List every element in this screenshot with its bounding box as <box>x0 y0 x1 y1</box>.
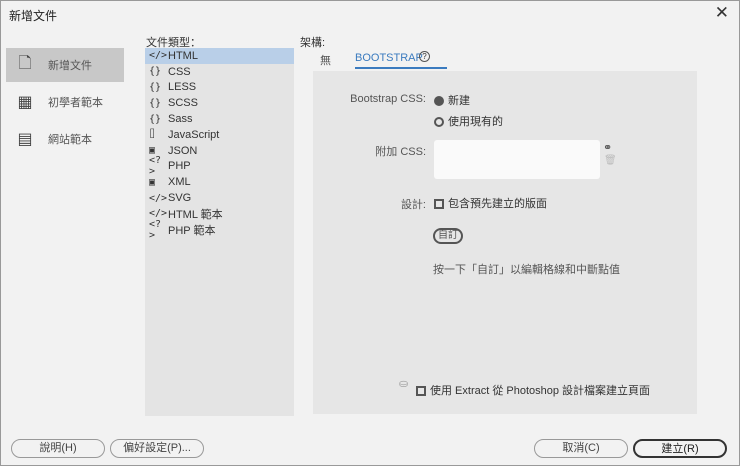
file-type-item[interactable]: <?> PHP 範本 <box>145 218 294 241</box>
file-type-icon: ⌷ <box>149 129 156 141</box>
nav-label: 初學者範本 <box>48 97 103 109</box>
checkbox-label: 使用 Extract 從 Photoshop 設計檔案建立頁面 <box>430 385 651 397</box>
file-type-icon: {} <box>149 81 162 93</box>
file-type-item[interactable]: </> HTML 範本 <box>145 206 294 222</box>
file-type-icon: <?> <box>149 155 162 178</box>
radio-unchecked-icon <box>434 117 444 128</box>
extract-checkbox[interactable]: 使用 Extract 從 Photoshop 設計檔案建立頁面 <box>416 382 650 398</box>
file-type-label: SVG <box>168 192 192 205</box>
checkbox-icon <box>434 199 444 210</box>
file-type-item[interactable]: ▣ XML <box>145 174 294 190</box>
customize-button[interactable]: 自訂 <box>433 228 463 244</box>
create-button[interactable]: 建立(R) <box>633 439 727 458</box>
help-icon[interactable]: ? <box>419 51 430 62</box>
tab-bootstrap[interactable]: BOOTSTRAP <box>355 52 447 69</box>
attach-css-label: 附加 CSS: <box>375 146 426 158</box>
checkbox-label: 包含預先建立的版面 <box>448 198 547 210</box>
file-type-label: SCSS <box>168 97 198 110</box>
radio-existing[interactable]: 使用現有的 <box>434 113 503 129</box>
file-type-label: LESS <box>168 81 197 94</box>
nav-starter-templates[interactable]: ▦ 初學者範本 <box>6 85 124 119</box>
file-type-item[interactable]: {} SCSS <box>145 95 294 111</box>
nav-label: 新增文件 <box>48 60 92 72</box>
dialog-title: 新增文件 <box>9 9 58 23</box>
file-type-icon: </> <box>149 50 168 62</box>
radio-checked-icon <box>434 96 444 107</box>
radio-label: 使用現有的 <box>448 116 503 128</box>
design-label: 設計: <box>400 199 426 211</box>
bootstrap-panel <box>313 71 697 414</box>
file-type-icon: {} <box>149 113 162 125</box>
cancel-button[interactable]: 取消(C) <box>534 439 628 458</box>
customize-hint: 按一下「自訂」以編輯格線和中斷點值 <box>433 264 620 276</box>
site-template-icon: ▤ <box>17 131 33 148</box>
trash-icon[interactable]: 🗑 <box>604 155 617 166</box>
file-type-label: HTML <box>168 49 198 62</box>
nav-new-document[interactable]: 🗋 新增文件 <box>6 48 124 82</box>
file-type-icon: <?> <box>149 218 162 241</box>
help-button[interactable]: 說明(H) <box>11 439 105 458</box>
file-type-label: XML <box>168 176 191 189</box>
file-type-list[interactable]: </> HTML{} CSS{} LESS{} SCSS{} Sass ⌷ JavaScrip… <box>145 48 294 416</box>
file-type-item[interactable]: ▣ JSON <box>145 143 294 159</box>
close-icon[interactable]: ✕ <box>715 3 729 23</box>
file-type-icon: </> <box>149 192 168 204</box>
preferences-button[interactable]: 偏好設定(P)... <box>110 439 204 458</box>
file-type-icon: ▣ <box>149 176 156 188</box>
checkbox-icon <box>416 386 426 397</box>
file-type-label: HTML 範本 <box>168 208 223 221</box>
file-type-item[interactable]: </> SVG <box>145 190 294 206</box>
nav-site-templates[interactable]: ▤ 網站範本 <box>6 122 124 156</box>
file-type-item[interactable]: {} LESS <box>145 80 294 96</box>
starter-template-icon: ▦ <box>17 94 33 111</box>
file-type-label: Sass <box>168 113 193 126</box>
file-type-label: CSS <box>168 65 191 78</box>
file-type-label: JavaScript <box>168 128 220 141</box>
file-type-item[interactable]: </> HTML <box>145 48 294 64</box>
file-type-icon: {} <box>149 97 162 109</box>
radio-label: 新建 <box>448 95 470 107</box>
extract-icon: ⛀ <box>399 378 409 390</box>
file-type-label: JSON <box>168 144 198 157</box>
link-icon[interactable]: ⚭ <box>603 141 612 154</box>
include-prebuilt-checkbox[interactable]: 包含預先建立的版面 <box>434 195 547 211</box>
radio-new[interactable]: 新建 <box>434 92 470 108</box>
attach-css-list[interactable] <box>434 140 600 179</box>
tab-none[interactable]: 無 <box>320 52 331 68</box>
document-icon: 🗋 <box>18 54 32 72</box>
file-type-item[interactable]: ⌷ JavaScript <box>145 127 294 143</box>
bootstrap-css-label: Bootstrap CSS: <box>350 93 426 105</box>
nav-label: 網站範本 <box>48 134 92 146</box>
file-type-label: PHP 範本 <box>168 224 216 237</box>
file-type-item[interactable]: {} CSS <box>145 64 294 80</box>
file-type-item[interactable]: {} Sass <box>145 111 294 127</box>
file-type-item[interactable]: <?> PHP <box>145 155 294 177</box>
file-type-icon: {} <box>149 66 162 78</box>
framework-label: 架構: <box>300 37 326 49</box>
file-type-label: PHP <box>168 160 191 173</box>
